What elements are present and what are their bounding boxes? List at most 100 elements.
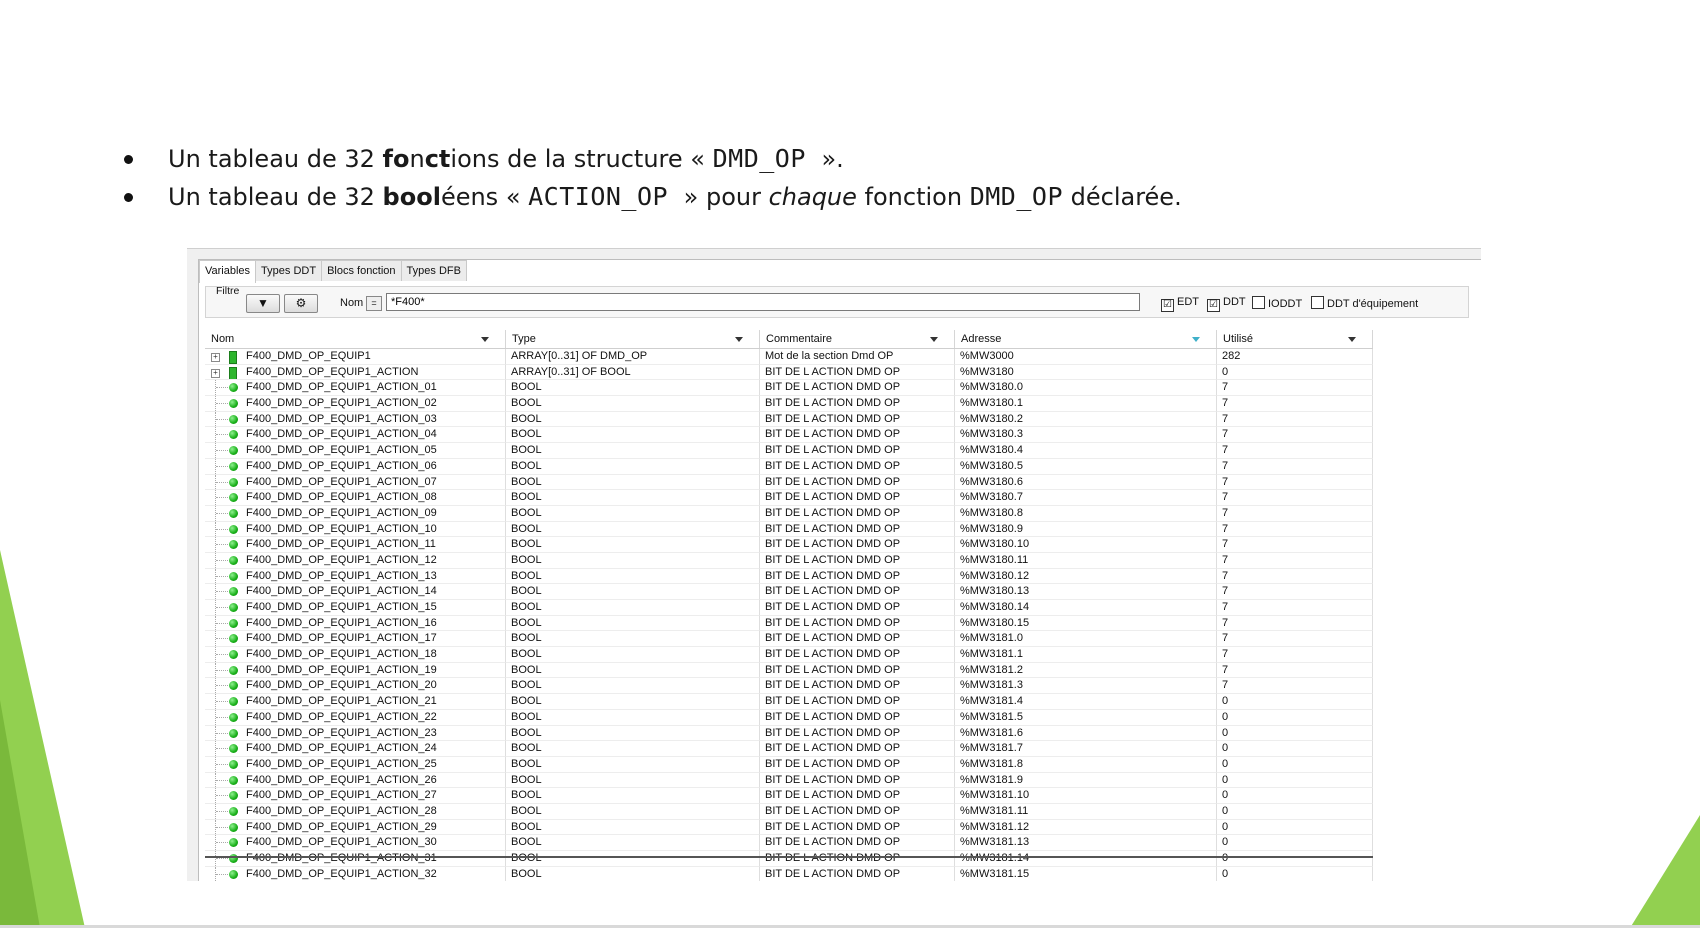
cell-name[interactable]: F400_DMD_OP_EQUIP1_ACTION_04 xyxy=(205,427,506,444)
checkbox-ioddt[interactable]: IODDT xyxy=(1252,296,1302,310)
cell-type[interactable]: BOOL xyxy=(506,552,760,569)
table-row[interactable]: F400_DMD_OP_EQUIP1_ACTION_21 BOOL BIT DE L… xyxy=(205,694,1373,710)
table-row[interactable]: F400_DMD_OP_EQUIP1_ACTION_14 BOOL BIT DE L… xyxy=(205,584,1373,600)
cell-type[interactable]: BOOL xyxy=(506,631,760,648)
cell-address[interactable]: %MW3180.1 xyxy=(955,396,1217,412)
cell-name[interactable]: F400_DMD_OP_EQUIP1_ACTION_26 xyxy=(205,772,506,789)
table-row[interactable]: F400_DMD_OP_EQUIP1_ACTION_02 BOOL BIT DE L… xyxy=(205,396,1373,412)
cell-type[interactable]: BOOL xyxy=(506,819,760,836)
cell-comment[interactable]: BIT DE L ACTION DMD OP xyxy=(760,631,955,648)
cell-comment[interactable]: BIT DE L ACTION DMD OP xyxy=(760,458,955,475)
cell-used[interactable]: 0 xyxy=(1217,866,1373,881)
cell-type[interactable]: BOOL xyxy=(506,380,760,397)
table-row[interactable]: F400_DMD_OP_EQUIP1_ACTION_32 BOOL BIT DE L… xyxy=(205,866,1373,881)
tab-types-ddt[interactable]: Types DDT xyxy=(255,260,323,281)
cell-comment[interactable]: BIT DE L ACTION DMD OP xyxy=(760,427,955,444)
table-row[interactable]: + F400_DMD_OP_EQUIP1 ARRAY[0..31] OF DMD_O… xyxy=(205,349,1373,365)
table-row[interactable]: F400_DMD_OP_EQUIP1_ACTION_27 BOOL BIT DE L… xyxy=(205,788,1373,804)
cell-type[interactable]: BOOL xyxy=(506,678,760,695)
cell-type[interactable]: BOOL xyxy=(506,568,760,585)
cell-used[interactable]: 282 xyxy=(1217,349,1373,365)
cell-type[interactable]: BOOL xyxy=(506,788,760,804)
cell-comment[interactable]: BIT DE L ACTION DMD OP xyxy=(760,600,955,616)
table-row[interactable]: F400_DMD_OP_EQUIP1_ACTION_12 BOOL BIT DE L… xyxy=(205,552,1373,569)
cell-name[interactable]: F400_DMD_OP_EQUIP1_ACTION_16 xyxy=(205,615,506,632)
cell-type[interactable]: BOOL xyxy=(506,835,760,851)
cell-name[interactable]: F400_DMD_OP_EQUIP1_ACTION_21 xyxy=(205,694,506,710)
cell-comment[interactable]: BIT DE L ACTION DMD OP xyxy=(760,788,955,804)
cell-comment[interactable]: BIT DE L ACTION DMD OP xyxy=(760,741,955,757)
cell-comment[interactable]: BIT DE L ACTION DMD OP xyxy=(760,474,955,491)
cell-used[interactable]: 7 xyxy=(1217,427,1373,444)
cell-name[interactable]: F400_DMD_OP_EQUIP1_ACTION_12 xyxy=(205,552,506,569)
checkbox-ddt[interactable]: ☑ DDT xyxy=(1207,296,1246,312)
cell-address[interactable]: %MW3181.5 xyxy=(955,709,1217,726)
cell-comment[interactable]: BIT DE L ACTION DMD OP xyxy=(760,866,955,881)
cell-comment[interactable]: BIT DE L ACTION DMD OP xyxy=(760,552,955,569)
cell-name[interactable]: F400_DMD_OP_EQUIP1_ACTION_05 xyxy=(205,443,506,459)
cell-used[interactable]: 0 xyxy=(1217,772,1373,789)
cell-name[interactable]: F400_DMD_OP_EQUIP1_ACTION_22 xyxy=(205,709,506,726)
cell-name[interactable]: F400_DMD_OP_EQUIP1_ACTION_28 xyxy=(205,803,506,820)
table-row[interactable]: F400_DMD_OP_EQUIP1_ACTION_29 BOOL BIT DE L… xyxy=(205,819,1373,836)
cell-used[interactable]: 0 xyxy=(1217,364,1373,381)
table-row[interactable]: F400_DMD_OP_EQUIP1_ACTION_31 BOOL BIT DE L… xyxy=(205,851,1373,867)
cell-name[interactable]: + F400_DMD_OP_EQUIP1_ACTION xyxy=(205,364,506,381)
cell-used[interactable]: 7 xyxy=(1217,631,1373,648)
cell-address[interactable]: %MW3180.2 xyxy=(955,411,1217,428)
cell-used[interactable]: 7 xyxy=(1217,568,1373,585)
cell-address[interactable]: %MW3181.10 xyxy=(955,788,1217,804)
cell-type[interactable]: BOOL xyxy=(506,725,760,742)
cell-name[interactable]: F400_DMD_OP_EQUIP1_ACTION_09 xyxy=(205,505,506,522)
cell-address[interactable]: %MW3181.3 xyxy=(955,678,1217,695)
cell-type[interactable]: BOOL xyxy=(506,600,760,616)
column-header-nom[interactable]: Nom xyxy=(205,330,506,348)
cell-name[interactable]: F400_DMD_OP_EQUIP1_ACTION_23 xyxy=(205,725,506,742)
cell-comment[interactable]: BIT DE L ACTION DMD OP xyxy=(760,725,955,742)
cell-comment[interactable]: BIT DE L ACTION DMD OP xyxy=(760,835,955,851)
cell-used[interactable]: 0 xyxy=(1217,803,1373,820)
cell-type[interactable]: BOOL xyxy=(506,662,760,679)
cell-type[interactable]: BOOL xyxy=(506,584,760,600)
checkbox-edt-box[interactable]: ☑ xyxy=(1161,299,1174,312)
table-row[interactable]: F400_DMD_OP_EQUIP1_ACTION_01 BOOL BIT DE L… xyxy=(205,380,1373,397)
cell-used[interactable]: 0 xyxy=(1217,835,1373,851)
checkbox-ddt-equipement-box[interactable] xyxy=(1311,296,1324,309)
checkbox-ddt-box[interactable]: ☑ xyxy=(1207,299,1220,312)
cell-comment[interactable]: BIT DE L ACTION DMD OP xyxy=(760,568,955,585)
table-row[interactable]: F400_DMD_OP_EQUIP1_ACTION_26 BOOL BIT DE L… xyxy=(205,772,1373,789)
cell-name[interactable]: F400_DMD_OP_EQUIP1_ACTION_01 xyxy=(205,380,506,397)
cell-address[interactable]: %MW3180.15 xyxy=(955,615,1217,632)
column-header-adresse[interactable]: Adresse xyxy=(955,330,1217,348)
cell-type[interactable]: BOOL xyxy=(506,537,760,553)
cell-name[interactable]: F400_DMD_OP_EQUIP1_ACTION_08 xyxy=(205,490,506,506)
cell-address[interactable]: %MW3180.11 xyxy=(955,552,1217,569)
cell-used[interactable]: 7 xyxy=(1217,380,1373,397)
cell-name[interactable]: F400_DMD_OP_EQUIP1_ACTION_25 xyxy=(205,756,506,773)
table-row[interactable]: + F400_DMD_OP_EQUIP1_ACTION ARRAY[0..31] O… xyxy=(205,364,1373,381)
cell-name[interactable]: F400_DMD_OP_EQUIP1_ACTION_27 xyxy=(205,788,506,804)
table-row[interactable]: F400_DMD_OP_EQUIP1_ACTION_10 BOOL BIT DE L… xyxy=(205,521,1373,538)
cell-comment[interactable]: BIT DE L ACTION DMD OP xyxy=(760,537,955,553)
cell-comment[interactable]: BIT DE L ACTION DMD OP xyxy=(760,490,955,506)
cell-address[interactable]: %MW3180.8 xyxy=(955,505,1217,522)
cell-used[interactable]: 7 xyxy=(1217,537,1373,553)
cell-address[interactable]: %MW3181.1 xyxy=(955,647,1217,663)
cell-type[interactable]: BOOL xyxy=(506,803,760,820)
cell-type[interactable]: BOOL xyxy=(506,851,760,867)
cell-address[interactable]: %MW3180.12 xyxy=(955,568,1217,585)
table-row[interactable]: F400_DMD_OP_EQUIP1_ACTION_07 BOOL BIT DE L… xyxy=(205,474,1373,491)
cell-type[interactable]: BOOL xyxy=(506,458,760,475)
cell-name[interactable]: F400_DMD_OP_EQUIP1_ACTION_15 xyxy=(205,600,506,616)
table-row[interactable]: F400_DMD_OP_EQUIP1_ACTION_04 BOOL BIT DE L… xyxy=(205,427,1373,444)
equals-operator-button[interactable]: = xyxy=(366,296,382,311)
cell-used[interactable]: 7 xyxy=(1217,521,1373,538)
filter-settings-button[interactable]: ⚙ xyxy=(284,294,318,313)
column-header-commentaire[interactable]: Commentaire xyxy=(760,330,955,348)
cell-name[interactable]: F400_DMD_OP_EQUIP1_ACTION_02 xyxy=(205,396,506,412)
cell-address[interactable]: %MW3181.14 xyxy=(955,851,1217,867)
cell-type[interactable]: BOOL xyxy=(506,709,760,726)
cell-comment[interactable]: BIT DE L ACTION DMD OP xyxy=(760,851,955,867)
cell-address[interactable]: %MW3181.2 xyxy=(955,662,1217,679)
cell-address[interactable]: %MW3181.6 xyxy=(955,725,1217,742)
